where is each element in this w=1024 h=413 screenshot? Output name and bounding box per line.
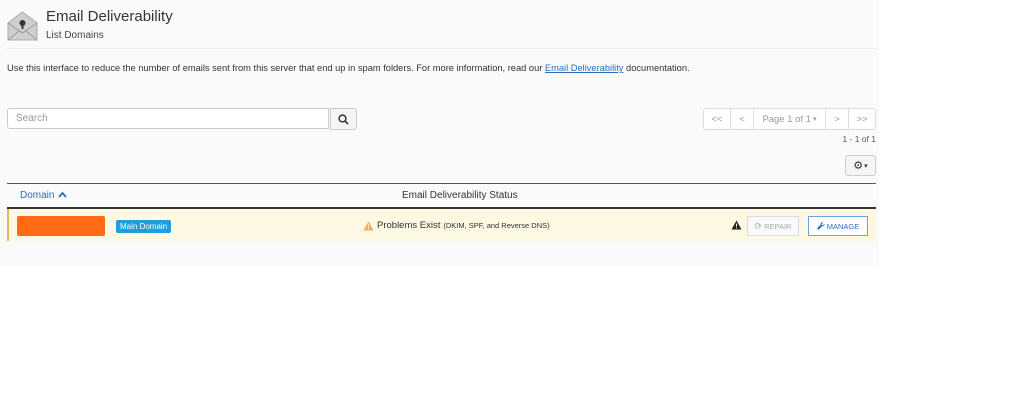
next-page-button[interactable]: >	[825, 108, 849, 130]
column-header-domain-label: Domain	[20, 190, 55, 201]
search-button[interactable]	[330, 108, 357, 130]
alert-icon	[731, 220, 742, 230]
documentation-link[interactable]: Email Deliverability	[545, 63, 624, 73]
column-header-status: Email Deliverability Status	[402, 190, 518, 201]
search-icon	[338, 113, 349, 125]
caret-down-icon: ▾	[864, 162, 868, 170]
page-description: Use this interface to reduce the number …	[7, 63, 690, 73]
main-domain-badge: Main Domain	[116, 220, 172, 233]
warning-icon	[363, 221, 374, 230]
search-input[interactable]: Search	[7, 108, 329, 129]
envelope-icon	[7, 11, 38, 41]
page-subtitle: List Domains	[46, 30, 104, 41]
manage-label: MANAGE	[826, 221, 860, 231]
sort-ascending-icon	[58, 191, 67, 198]
manage-button[interactable]: MANAGE	[808, 216, 868, 236]
description-text-end: documentation.	[623, 63, 690, 73]
description-text: Use this interface to reduce the number …	[7, 63, 545, 73]
result-count: 1 - 1 of 1	[842, 134, 876, 144]
page-header: Email Deliverability List Domains	[0, 0, 879, 48]
gear-icon: ⚙	[853, 160, 864, 172]
refresh-icon: ⟳	[754, 220, 763, 231]
table-top-border	[7, 183, 876, 184]
deliverability-status: Problems Exist (DKIM, SPF, and Reverse D…	[363, 220, 550, 231]
column-header-domain[interactable]: Domain	[20, 190, 67, 201]
last-page-button[interactable]: >>	[848, 108, 876, 130]
wrench-icon	[817, 222, 825, 230]
status-text: Problems Exist	[377, 220, 441, 231]
header-divider	[7, 48, 876, 49]
prev-page-button[interactable]: <	[730, 108, 754, 130]
repair-label: REPAIR	[764, 221, 792, 231]
repair-button[interactable]: ⟳ REPAIR	[747, 216, 799, 236]
settings-dropdown-button[interactable]: ⚙ ▾	[845, 155, 876, 176]
page-select[interactable]: Page 1 of 1 ▾	[753, 108, 826, 130]
page-select-label: Page 1 of 1	[762, 113, 812, 125]
first-page-button[interactable]: <<	[703, 108, 731, 130]
caret-down-icon: ▾	[813, 116, 817, 123]
redacted-domain	[17, 216, 105, 236]
status-detail: (DKIM, SPF, and Reverse DNS)	[443, 221, 550, 230]
page-title: Email Deliverability	[46, 8, 173, 25]
